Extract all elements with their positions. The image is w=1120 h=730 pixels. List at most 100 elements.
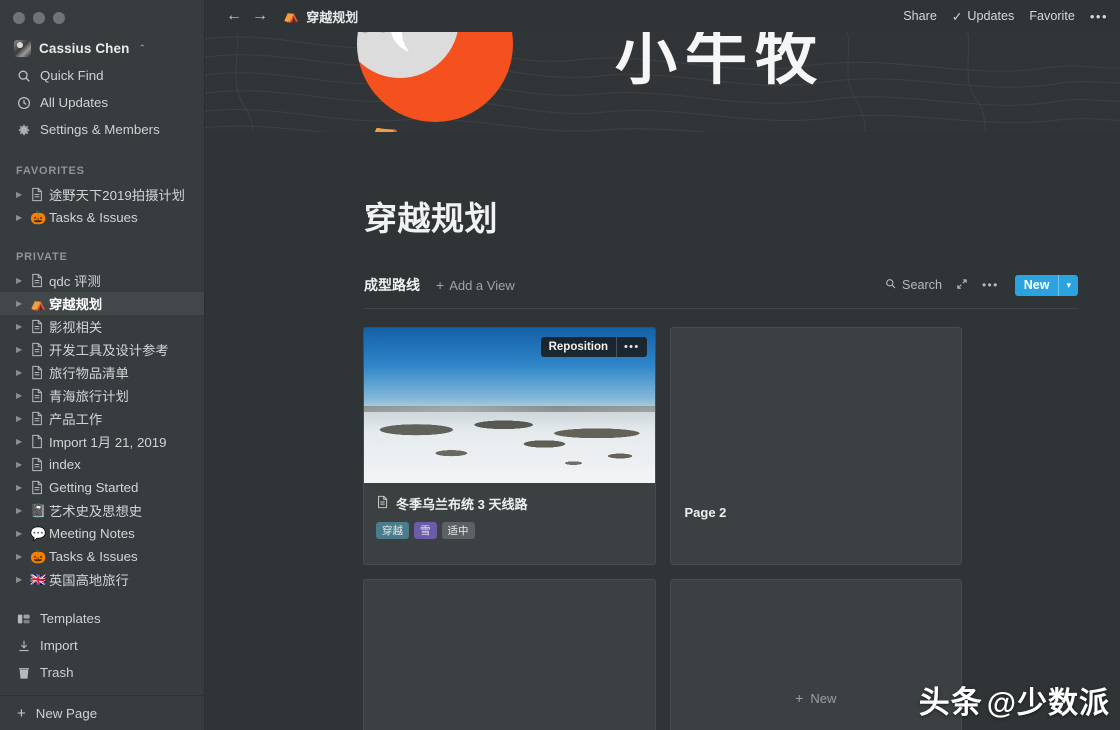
cover-title: 小牛牧 — [615, 32, 826, 93]
chevron-right-icon[interactable]: ▶ — [16, 368, 30, 377]
sidebar-item-label: 青海旅行计划 — [49, 389, 129, 404]
sidebar-item-label: All Updates — [40, 95, 108, 110]
sidebar-item-label: 英国高地旅行 — [49, 573, 129, 588]
new-button[interactable]: New ▾ — [1014, 274, 1078, 296]
sidebar-item-label: qdc 评测 — [49, 274, 101, 289]
sidebar-item-private-0[interactable]: ▶ qdc 评测 — [0, 269, 204, 292]
add-view-label: Add a View — [449, 277, 515, 293]
view-bar-actions: Search ••• New ▾ — [885, 274, 1078, 296]
updates-button[interactable]: ✓ Updates — [952, 9, 1014, 24]
chevron-right-icon[interactable]: ▶ — [16, 460, 30, 469]
sidebar-item-private-7[interactable]: ▶ Import 1月 21, 2019 — [0, 430, 204, 453]
search-icon — [885, 278, 896, 292]
expand-icon[interactable] — [956, 278, 968, 293]
sidebar-item-private-2[interactable]: ▶ 影视相关 — [0, 315, 204, 338]
chevron-updown-icon[interactable]: ⌃ — [138, 43, 146, 53]
breadcrumb[interactable]: ⛺ 穿越规划 — [283, 7, 358, 26]
sidebar-item-private-6[interactable]: ▶ 产品工作 — [0, 407, 204, 430]
maximize-button[interactable] — [53, 12, 65, 24]
window-traffic-lights[interactable] — [0, 0, 204, 30]
breadcrumb-label: 穿越规划 — [306, 9, 359, 25]
favorite-button[interactable]: Favorite — [1029, 9, 1075, 23]
sidebar-item-templates[interactable]: Templates — [0, 605, 204, 632]
sidebar-item-private-8[interactable]: ▶ index — [0, 453, 204, 476]
page-cover[interactable]: 小牛牧 ⛺ — [205, 32, 1120, 132]
sidebar-item-all-updates[interactable]: All Updates — [0, 89, 204, 116]
sidebar-item-trash[interactable]: Trash — [0, 659, 204, 686]
chevron-right-icon[interactable]: ▶ — [16, 552, 30, 561]
sidebar-item-label: 开发工具及设计参考 — [49, 343, 169, 358]
page-emoji-icon[interactable]: ⛺ — [362, 116, 412, 132]
sidebar-item-label: index — [49, 457, 81, 472]
sidebar-item-private-4[interactable]: ▶ 旅行物品清单 — [0, 361, 204, 384]
reposition-label: Reposition — [548, 341, 609, 353]
arrow-left-icon[interactable]: ← — [221, 8, 247, 24]
minimize-button[interactable] — [33, 12, 45, 24]
chevron-right-icon[interactable]: ▶ — [16, 483, 30, 492]
chevron-right-icon[interactable]: ▶ — [16, 506, 30, 515]
sidebar-item-label: Import — [40, 638, 78, 653]
chevron-right-icon[interactable]: ▶ — [16, 414, 30, 423]
new-page-button[interactable]: + New Page — [0, 696, 204, 730]
account-switcher[interactable]: Cassius Chen ⌃ — [0, 34, 204, 62]
tag-1[interactable]: 雪 — [414, 522, 437, 540]
card-title-label: Page 2 — [684, 505, 727, 520]
chevron-right-icon[interactable]: ▶ — [16, 213, 30, 222]
more-icon[interactable]: ••• — [982, 278, 999, 292]
more-options-icon[interactable]: ••• — [1090, 9, 1108, 24]
arrow-right-icon[interactable]: → — [247, 8, 273, 24]
page-icon — [30, 388, 49, 403]
chevron-right-icon[interactable]: ▶ — [16, 299, 30, 308]
chevron-right-icon[interactable]: ▶ — [16, 529, 30, 538]
chevron-right-icon[interactable]: ▶ — [16, 276, 30, 285]
chevron-down-icon[interactable]: ▾ — [1059, 280, 1078, 291]
sidebar-item-private-10[interactable]: ▶ 📓 艺术史及思想史 — [0, 499, 204, 522]
top-bar: ← → ⛺ 穿越规划 Share ✓ Updates Favorite ••• — [205, 0, 1120, 32]
tag-2[interactable]: 适中 — [441, 522, 475, 540]
page-icon — [30, 411, 49, 426]
chevron-right-icon[interactable]: ▶ — [16, 391, 30, 400]
search-icon — [16, 68, 31, 83]
new-page-label: New Page — [35, 705, 98, 721]
sidebar-item-private-3[interactable]: ▶ 开发工具及设计参考 — [0, 338, 204, 361]
sidebar-item-label: Import 1月 21, 2019 — [49, 435, 167, 450]
sidebar-item-private-9[interactable]: ▶ Getting Started — [0, 476, 204, 499]
tab-active-view[interactable]: 成型路线 — [364, 275, 420, 295]
chevron-right-icon[interactable]: ▶ — [16, 322, 30, 331]
gear-icon — [16, 122, 31, 137]
main-content: ← → ⛺ 穿越规划 Share ✓ Updates Favorite ••• — [205, 0, 1120, 730]
share-button[interactable]: Share — [903, 9, 937, 23]
sidebar-item-private-11[interactable]: ▶ 💬 Meeting Notes — [0, 522, 204, 545]
sidebar-item-private-1-selected[interactable]: ▶ ⛺ 穿越规划 — [0, 292, 204, 315]
new-card-button[interactable]: + New — [671, 580, 962, 730]
search-button[interactable]: Search — [885, 278, 942, 292]
add-view-button[interactable]: + Add a View — [436, 278, 515, 293]
card-title[interactable]: 冬季乌兰布统 3 天线路 — [376, 494, 643, 513]
sidebar-item-import[interactable]: Import — [0, 632, 204, 659]
gallery-card-2[interactable] — [363, 579, 656, 730]
sidebar: Cassius Chen ⌃ Quick Find All Updates Se… — [0, 0, 205, 730]
chevron-right-icon[interactable]: ▶ — [16, 575, 30, 584]
sidebar-item-favorite-1[interactable]: ▶ 🎃 Tasks & Issues — [0, 206, 204, 229]
card-more-icon[interactable]: ••• — [617, 341, 646, 353]
reposition-control[interactable]: Reposition ••• — [540, 337, 647, 357]
close-button[interactable] — [13, 12, 25, 24]
page-icon — [30, 319, 49, 334]
sidebar-item-private-12[interactable]: ▶ 🎃 Tasks & Issues — [0, 545, 204, 568]
sidebar-item-favorite-0[interactable]: ▶ 途野天下2019拍摄计划 — [0, 183, 204, 206]
chevron-right-icon[interactable]: ▶ — [16, 345, 30, 354]
plus-icon: + — [436, 277, 445, 293]
gallery-card-0[interactable]: Reposition ••• 冬季乌兰布统 3 天线路 穿越 雪 适中 — [363, 327, 656, 565]
sidebar-item-quick-find[interactable]: Quick Find — [0, 62, 204, 89]
sidebar-item-private-5[interactable]: ▶ 青海旅行计划 — [0, 384, 204, 407]
card-cover-image[interactable]: Reposition ••• — [364, 328, 655, 483]
chevron-right-icon[interactable]: ▶ — [16, 437, 30, 446]
sidebar-item-settings-members[interactable]: Settings & Members — [0, 116, 204, 143]
chevron-right-icon[interactable]: ▶ — [16, 190, 30, 199]
tag-0[interactable]: 穿越 — [376, 522, 409, 540]
sidebar-item-label: 产品工作 — [49, 412, 103, 427]
gallery-card-1[interactable]: Page 2 — [669, 327, 962, 565]
trash-icon — [16, 665, 31, 680]
sidebar-item-private-13[interactable]: ▶ 🇬🇧 英国高地旅行 — [0, 568, 204, 591]
app-window: Cassius Chen ⌃ Quick Find All Updates Se… — [0, 0, 1120, 730]
